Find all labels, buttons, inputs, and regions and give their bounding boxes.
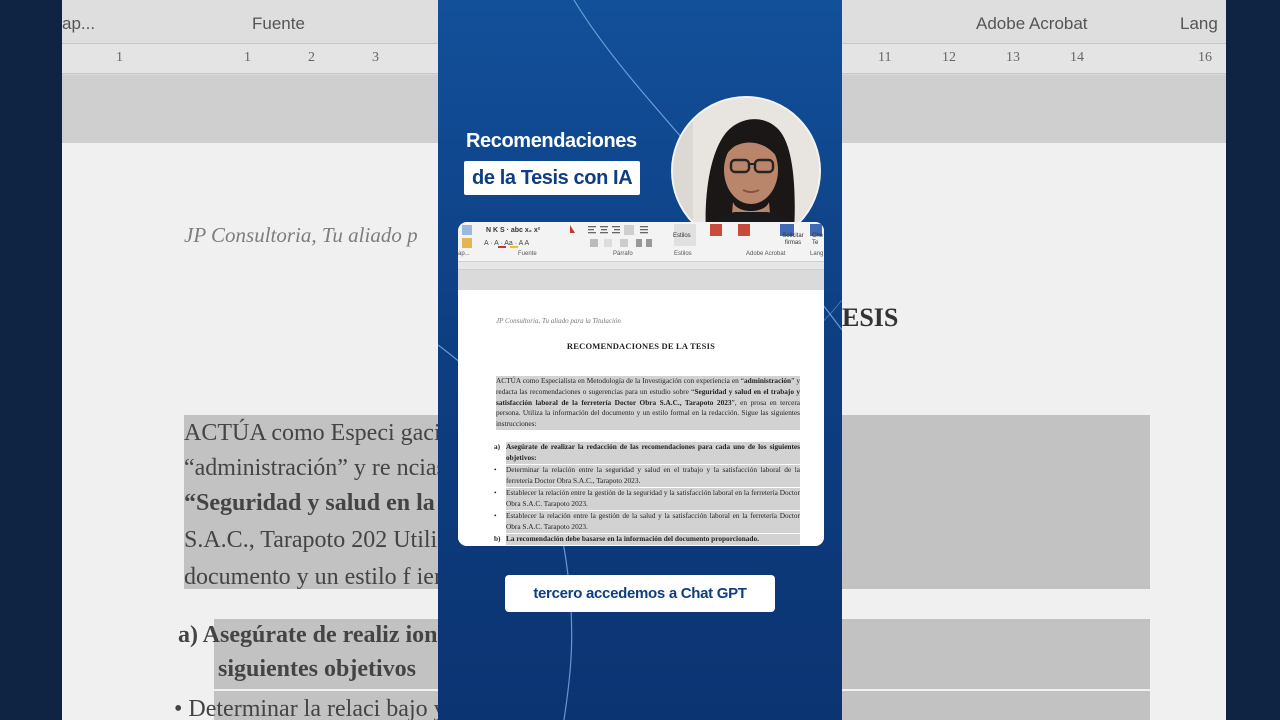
instruction-text: Asegúrate de realizar la redacción de la…: [506, 442, 800, 464]
document-page: JP Consultoria, Tu aliado para la Titula…: [458, 290, 824, 546]
estilos-button[interactable]: Estilos: [673, 233, 691, 239]
background-ribbon-group: Fuente: [252, 14, 305, 33]
ribbon-group-label: Adobe Acrobat: [746, 251, 786, 257]
word-ribbon: N K S · abc x₂ x² A · A · Aa · A A Estil…: [458, 222, 824, 260]
objective-text: Determinar la relación entre la segurida…: [506, 465, 800, 487]
svg-text:A · A · Aa · A A: A · A · Aa · A A: [484, 240, 529, 247]
word-ruler: [458, 261, 824, 272]
document-title: RECOMENDACIONES DE LA TESIS: [566, 341, 716, 351]
ruler-number: 3: [372, 50, 379, 65]
background-ribbon-group: Lang: [1180, 14, 1218, 33]
ribbon-group-labels: ap... Fuente Párrafo Estilos Adobe Acrob…: [458, 251, 824, 261]
ruler-number: 1: [116, 50, 123, 65]
title-line-1: Recomendaciones: [466, 130, 637, 152]
ruler-number: 2: [308, 50, 315, 65]
objective-item: • Establecer la relación entre la gestió…: [494, 488, 800, 510]
list-marker: •: [494, 511, 497, 520]
ruler-number: 12: [942, 50, 956, 65]
video-panel: Recomendaciones de la Tesis con IA N K S…: [438, 0, 842, 720]
check-button[interactable]: Che Te: [812, 233, 824, 247]
word-document-screenshot: N K S · abc x₂ x² A · A · Aa · A A Estil…: [458, 222, 824, 546]
objective-text: Establecer la relación entre la gestión …: [506, 488, 800, 510]
ribbon-group-label: Párrafo: [613, 251, 633, 257]
prompt-paragraph: ACTÚA como Especialista en Metodología d…: [496, 376, 800, 430]
caption-pill: tercero accedemos a Chat GPT: [505, 575, 775, 612]
objective-item: • Determinar la relación entre la seguri…: [494, 465, 800, 487]
instruction-item: b) La recomendación debe basarse en la i…: [494, 534, 800, 545]
document-header: JP Consultoria, Tu aliado para la Titula…: [496, 317, 621, 325]
background-ribbon-group: Adobe Acrobat: [976, 14, 1088, 33]
video-frame: ap... Fuente Adobe Acrobat Lang 1 1 2 3 …: [0, 0, 1280, 720]
title-line-1-box: Recomendaciones: [464, 124, 639, 158]
background-ribbon-group: ap...: [62, 14, 96, 33]
ruler-number: 14: [1070, 50, 1084, 65]
svg-text:N K S · abc x₂ x²: N K S · abc x₂ x²: [486, 227, 541, 234]
list-marker: a): [494, 442, 501, 451]
ruler-number: 1: [244, 50, 251, 65]
title-line-2-box: de la Tesis con IA: [464, 161, 641, 195]
objective-item: • Establecer la relación entre la gestió…: [494, 511, 800, 533]
paragraph-text: ACTÚA como Especialista en Metodología d…: [496, 376, 745, 385]
ribbon-toolbar-icons: N K S · abc x₂ x² A · A · Aa · A A: [462, 224, 822, 248]
ruler-number: 11: [878, 50, 892, 65]
objective-text: Establecer la relación entre la gestión …: [506, 511, 800, 533]
background-header-text: JP Consultoria, Tu aliado p: [184, 223, 418, 247]
caption-text: tercero accedemos a Chat GPT: [533, 585, 747, 602]
ruler-number: 13: [1006, 50, 1020, 65]
title-line-2: de la Tesis con IA: [472, 167, 633, 189]
ribbon-group-label: Estilos: [674, 251, 692, 257]
list-marker: b): [494, 534, 501, 543]
page-gap: [458, 270, 824, 290]
paragraph-bold-text: administración: [744, 376, 792, 385]
background-dark-edge: [0, 0, 62, 720]
list-marker: •: [494, 465, 497, 474]
list-marker: •: [494, 488, 497, 497]
ribbon-group-label: Lang: [810, 251, 824, 257]
ruler-number: 16: [1198, 50, 1212, 65]
background-title-fragment: ESIS: [842, 303, 899, 332]
background-dark-edge: [1226, 0, 1280, 720]
ribbon-group-label: Fuente: [518, 251, 537, 257]
instruction-item: a) Asegúrate de realizar la redacción de…: [494, 442, 800, 464]
solicitar-firmas-button[interactable]: Solicitar firmas: [778, 233, 808, 247]
ribbon-group-label: ap...: [458, 251, 470, 257]
instruction-text: La recomendación debe basarse en la info…: [506, 534, 800, 545]
